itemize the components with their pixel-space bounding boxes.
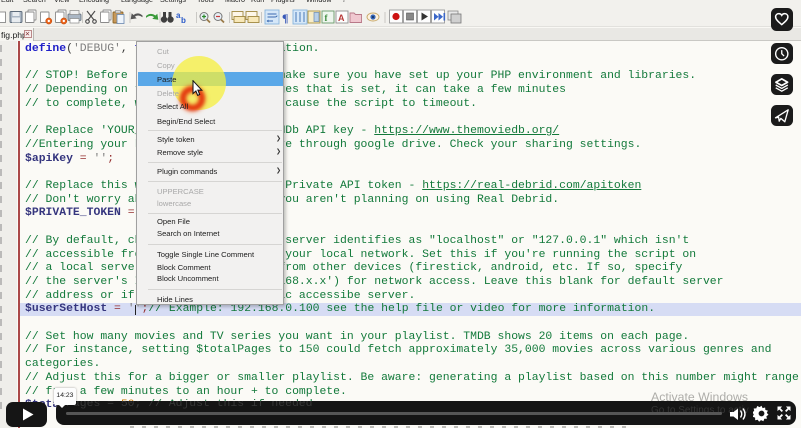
svg-text:b: b bbox=[181, 16, 186, 25]
svg-text:¶: ¶ bbox=[282, 11, 288, 25]
svg-text:A: A bbox=[338, 13, 345, 23]
